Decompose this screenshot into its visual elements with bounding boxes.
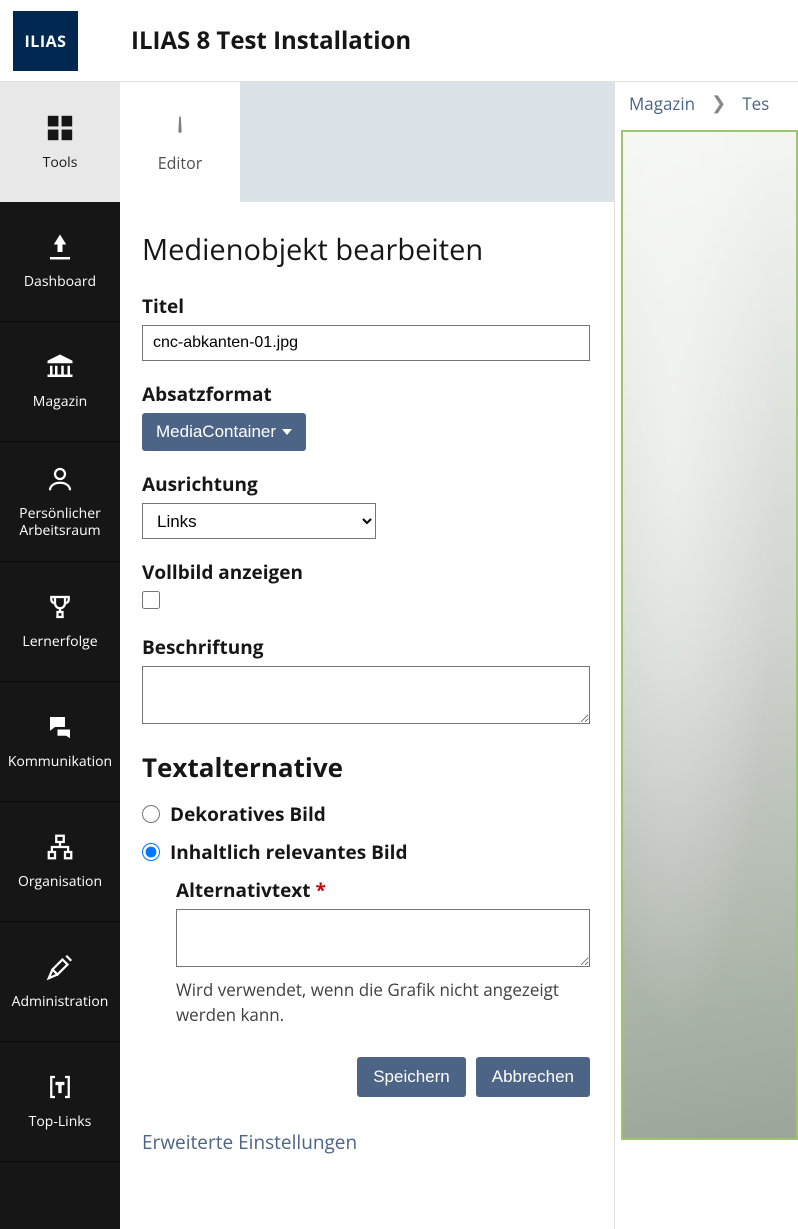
caption-textarea[interactable] — [142, 666, 590, 724]
breadcrumb-item-test[interactable]: Tes — [742, 92, 769, 115]
library-icon — [45, 352, 75, 382]
brackets-icon: T — [45, 1072, 75, 1102]
image-preview — [621, 130, 798, 1140]
sidebar-item-arbeitsraum[interactable]: Persönlicher Arbeitsraum — [0, 442, 120, 562]
trophy-icon — [45, 592, 75, 622]
titel-label: Titel — [142, 293, 592, 319]
sidebar-item-magazin[interactable]: Magazin — [0, 322, 120, 442]
radio-decorative-label[interactable]: Dekoratives Bild — [170, 801, 326, 827]
tab-label: Editor — [158, 152, 203, 174]
tab-editor[interactable]: Editor — [120, 82, 240, 202]
format-dropdown[interactable]: MediaContainer — [142, 413, 306, 451]
user-icon — [45, 464, 75, 494]
tools-panel: Editor Medienobjekt bearbeiten Titel Abs… — [120, 82, 614, 1229]
sidebar-item-dashboard[interactable]: Dashboard — [0, 202, 120, 322]
format-label: Absatzformat — [142, 381, 592, 407]
lamp-icon — [45, 232, 75, 262]
sidebar-label: Lernerfolge — [18, 634, 101, 651]
grid-icon — [45, 113, 75, 143]
sidebar-label: Tools — [39, 155, 82, 172]
org-icon — [45, 832, 75, 862]
radio-relevant-label[interactable]: Inhaltlich relevantes Bild — [170, 839, 407, 865]
sidebar-label: Persönlicher Arbeitsraum — [0, 506, 120, 540]
titel-input[interactable] — [142, 325, 590, 361]
sidebar-item-kommunikation[interactable]: Kommunikation — [0, 682, 120, 802]
sidebar-label: Dashboard — [20, 274, 100, 291]
orientation-label: Ausrichtung — [142, 471, 592, 497]
app-header: ILIAS ILIAS 8 Test Installation — [0, 0, 798, 82]
page-title: Medienobjekt bearbeiten — [142, 230, 592, 269]
chat-icon — [45, 712, 75, 742]
logo[interactable]: ILIAS — [13, 11, 78, 71]
radio-decorative[interactable] — [142, 805, 160, 823]
format-value: MediaContainer — [156, 422, 276, 442]
app-title: ILIAS 8 Test Installation — [131, 24, 411, 57]
fullscreen-label: Vollbild anzeigen — [142, 559, 592, 585]
sidebar-label: Administration — [8, 994, 113, 1011]
orientation-select[interactable]: Links — [142, 503, 376, 539]
sidebar-label: Magazin — [29, 394, 91, 411]
sidebar-item-toplinks[interactable]: T Top-Links — [0, 1042, 120, 1162]
textalternative-heading: Textalternative — [142, 749, 592, 785]
caption-label: Beschriftung — [142, 634, 592, 660]
form-area: Medienobjekt bearbeiten Titel Absatzform… — [120, 202, 614, 1195]
tools-icon — [45, 952, 75, 982]
breadcrumb: Magazin ❯ Tes — [615, 82, 798, 124]
chevron-right-icon: ❯ — [711, 91, 726, 115]
radio-relevant[interactable] — [142, 843, 160, 861]
alttext-help: Wird verwendet, wenn die Grafik nicht an… — [176, 978, 592, 1027]
sidebar-item-lernerfolge[interactable]: Lernerfolge — [0, 562, 120, 682]
cancel-button[interactable]: Abbrechen — [476, 1057, 590, 1097]
breadcrumb-item-magazin[interactable]: Magazin — [629, 92, 695, 115]
required-marker: * — [315, 877, 325, 903]
fullscreen-checkbox[interactable] — [142, 591, 160, 609]
advanced-settings-link[interactable]: Erweiterte Einstellungen — [142, 1129, 357, 1155]
sidebar-item-organisation[interactable]: Organisation — [0, 802, 120, 922]
alttext-textarea[interactable] — [176, 909, 590, 967]
tool-tabs: Editor — [120, 82, 614, 202]
sidebar-label: Organisation — [14, 874, 106, 891]
save-button[interactable]: Speichern — [357, 1057, 466, 1097]
chevron-down-icon — [282, 429, 292, 435]
sidebar-label: Kommunikation — [4, 754, 116, 771]
sidebar-item-tools[interactable]: Tools — [0, 82, 120, 202]
sidebar-item-administration[interactable]: Administration — [0, 922, 120, 1042]
right-column: Magazin ❯ Tes — [614, 82, 798, 1229]
main-sidebar: Tools Dashboard Magazin Persönlicher Arb… — [0, 82, 120, 1229]
sidebar-label: Top-Links — [25, 1114, 96, 1131]
svg-text:T: T — [57, 1079, 64, 1096]
alttext-label: Alternativtext * — [176, 877, 592, 903]
pencil-icon — [170, 110, 190, 140]
